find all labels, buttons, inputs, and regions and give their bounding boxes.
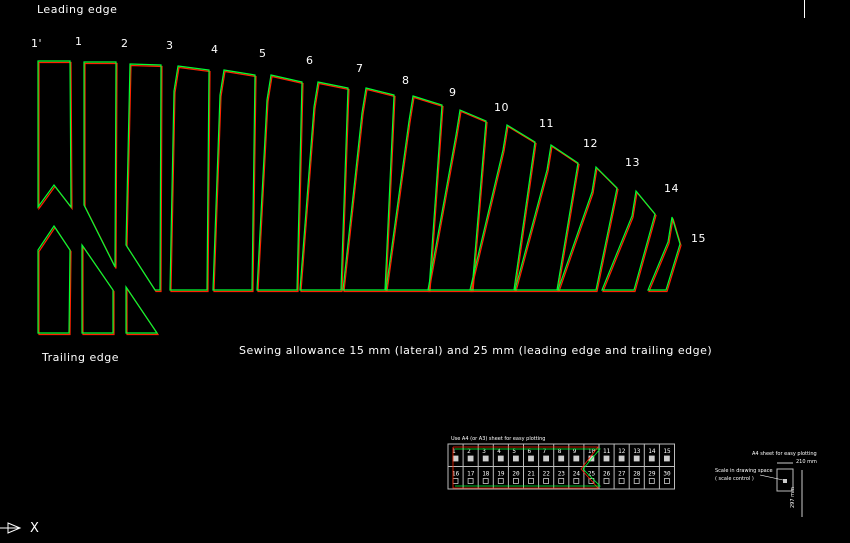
grid-cell-number: 30 <box>663 471 671 478</box>
panel-1-top <box>83 61 117 268</box>
a4-height-dimension: 297 mm <box>790 487 796 508</box>
panel-label: 14 <box>664 182 679 195</box>
grid-cell-number: 19 <box>497 471 505 478</box>
trailing-edge-label: Trailing edge <box>42 351 119 364</box>
panel-2-top <box>125 63 162 291</box>
grid-cell-number: 13 <box>633 448 641 455</box>
panel-5-inner <box>257 75 304 293</box>
panel-10-inner <box>470 125 537 293</box>
panel-label: 10 <box>494 101 509 114</box>
leading-edge-label: Leading edge <box>37 3 118 16</box>
grid-cell-number: 18 <box>482 471 490 478</box>
panel-label: 15 <box>691 232 706 245</box>
panel-label: 13 <box>625 156 640 169</box>
grid-cell-marker <box>603 478 610 484</box>
grid-cell-marker <box>543 478 549 484</box>
grid-cell-marker <box>558 455 565 462</box>
a4-cell-marker <box>783 479 787 483</box>
grid-cell-marker <box>664 478 670 484</box>
panel-label: 9 <box>449 86 457 99</box>
grid-cell-number: 17 <box>467 471 475 478</box>
panel-label: 4 <box>211 43 219 56</box>
grid-cell-marker <box>497 455 504 462</box>
panel-9-inner <box>428 110 488 293</box>
grid-cell-number: 12 <box>618 448 626 455</box>
grid-cell-number: 24 <box>573 471 581 478</box>
grid-cell-marker <box>452 478 459 484</box>
grid-cell-marker <box>648 478 655 484</box>
grid-cell-number: 25 <box>588 471 596 478</box>
grid-cell-marker <box>513 455 519 462</box>
grid-cell-marker <box>648 455 655 462</box>
grid-cell-marker <box>497 478 504 484</box>
panel-label: 1 <box>75 35 83 48</box>
panel-label: 6 <box>306 54 314 67</box>
panel-1prime-bottom <box>37 224 71 334</box>
grid-cell-marker <box>618 478 625 484</box>
grid-cell-marker <box>664 455 670 462</box>
grid-cell-number: 28 <box>633 471 641 478</box>
panel-label: 7 <box>356 62 364 75</box>
grid-cell-number: 20 <box>512 471 520 478</box>
panel-1-bottom-inner <box>82 244 115 336</box>
a4-note-line2: ( scale control ) <box>715 476 754 482</box>
panel-7 <box>342 87 395 291</box>
sewing-allowance-note: Sewing allowance 15 mm (lateral) and 25 … <box>239 344 713 357</box>
panel-7-inner <box>343 88 396 293</box>
panel-label: 11 <box>539 117 554 130</box>
panel-1prime-top <box>37 60 72 209</box>
grid-cell-number: 27 <box>618 471 626 478</box>
grid-cell-marker <box>482 455 489 462</box>
grid-cell-marker <box>482 478 489 484</box>
grid-cell-marker <box>452 455 459 462</box>
panel-6 <box>299 81 349 291</box>
grid-cell-marker <box>618 455 625 462</box>
grid-cell-number: 11 <box>603 448 611 455</box>
panel-1-bottom <box>81 243 114 334</box>
grid-cell-number: 29 <box>648 471 656 478</box>
grid-cell-number: 21 <box>528 471 536 478</box>
panel-13-inner <box>602 191 657 293</box>
grid-cell-marker <box>573 455 580 462</box>
panel-label: 8 <box>402 74 410 87</box>
grid-cell-marker <box>528 478 534 484</box>
plot-sheet-title: Use A4 (or A3) sheet for easy plotting <box>451 436 546 442</box>
grid-cell-number: 26 <box>603 471 611 478</box>
grid-cell-marker <box>603 455 610 462</box>
drawing-canvas[interactable]: 1 2 3 4 5 6 7 8 9 10 11 12 13 14 1516 17 18 19 20 21 22 23 24 2… <box>0 0 850 543</box>
panel-label: 3 <box>166 39 174 52</box>
grid-cell-number: 15 <box>663 448 671 455</box>
grid-cell-marker <box>528 455 534 462</box>
panel-label: 2 <box>121 37 129 50</box>
panel-3 <box>169 65 210 291</box>
grid-cell-marker <box>558 478 565 484</box>
a4-note-line1: Scale in drawing space <box>715 468 773 474</box>
panel-label: 12 <box>583 137 598 150</box>
grid-cell-marker <box>573 478 580 484</box>
grid-cell-number: 14 <box>648 448 656 455</box>
grid-cell-marker <box>513 478 519 484</box>
grid-cell-number: 22 <box>543 471 551 478</box>
panel-3-inner <box>170 66 211 293</box>
panel-4 <box>212 69 256 291</box>
a4-leader-line <box>759 474 784 481</box>
a4-sheet-title: A4 sheet for easy plotting <box>752 451 817 457</box>
grid-cell-marker <box>467 455 474 462</box>
ucs-x-label: X <box>30 521 40 536</box>
panel-2-bottom <box>125 285 159 334</box>
grid-cell-marker <box>467 478 474 484</box>
grid-cell-number: 23 <box>558 471 566 478</box>
grid-cell-marker <box>543 455 549 462</box>
a4-width-dimension: 210 mm <box>796 459 817 465</box>
grid-cell-marker <box>633 455 640 462</box>
grid-cell-marker <box>633 478 640 484</box>
crosshair-cursor <box>804 0 805 18</box>
panel-4-inner <box>213 70 257 293</box>
panel-label: 5 <box>259 47 267 60</box>
panel-label: 1' <box>31 37 43 50</box>
panel-2-top-inner <box>126 64 163 293</box>
